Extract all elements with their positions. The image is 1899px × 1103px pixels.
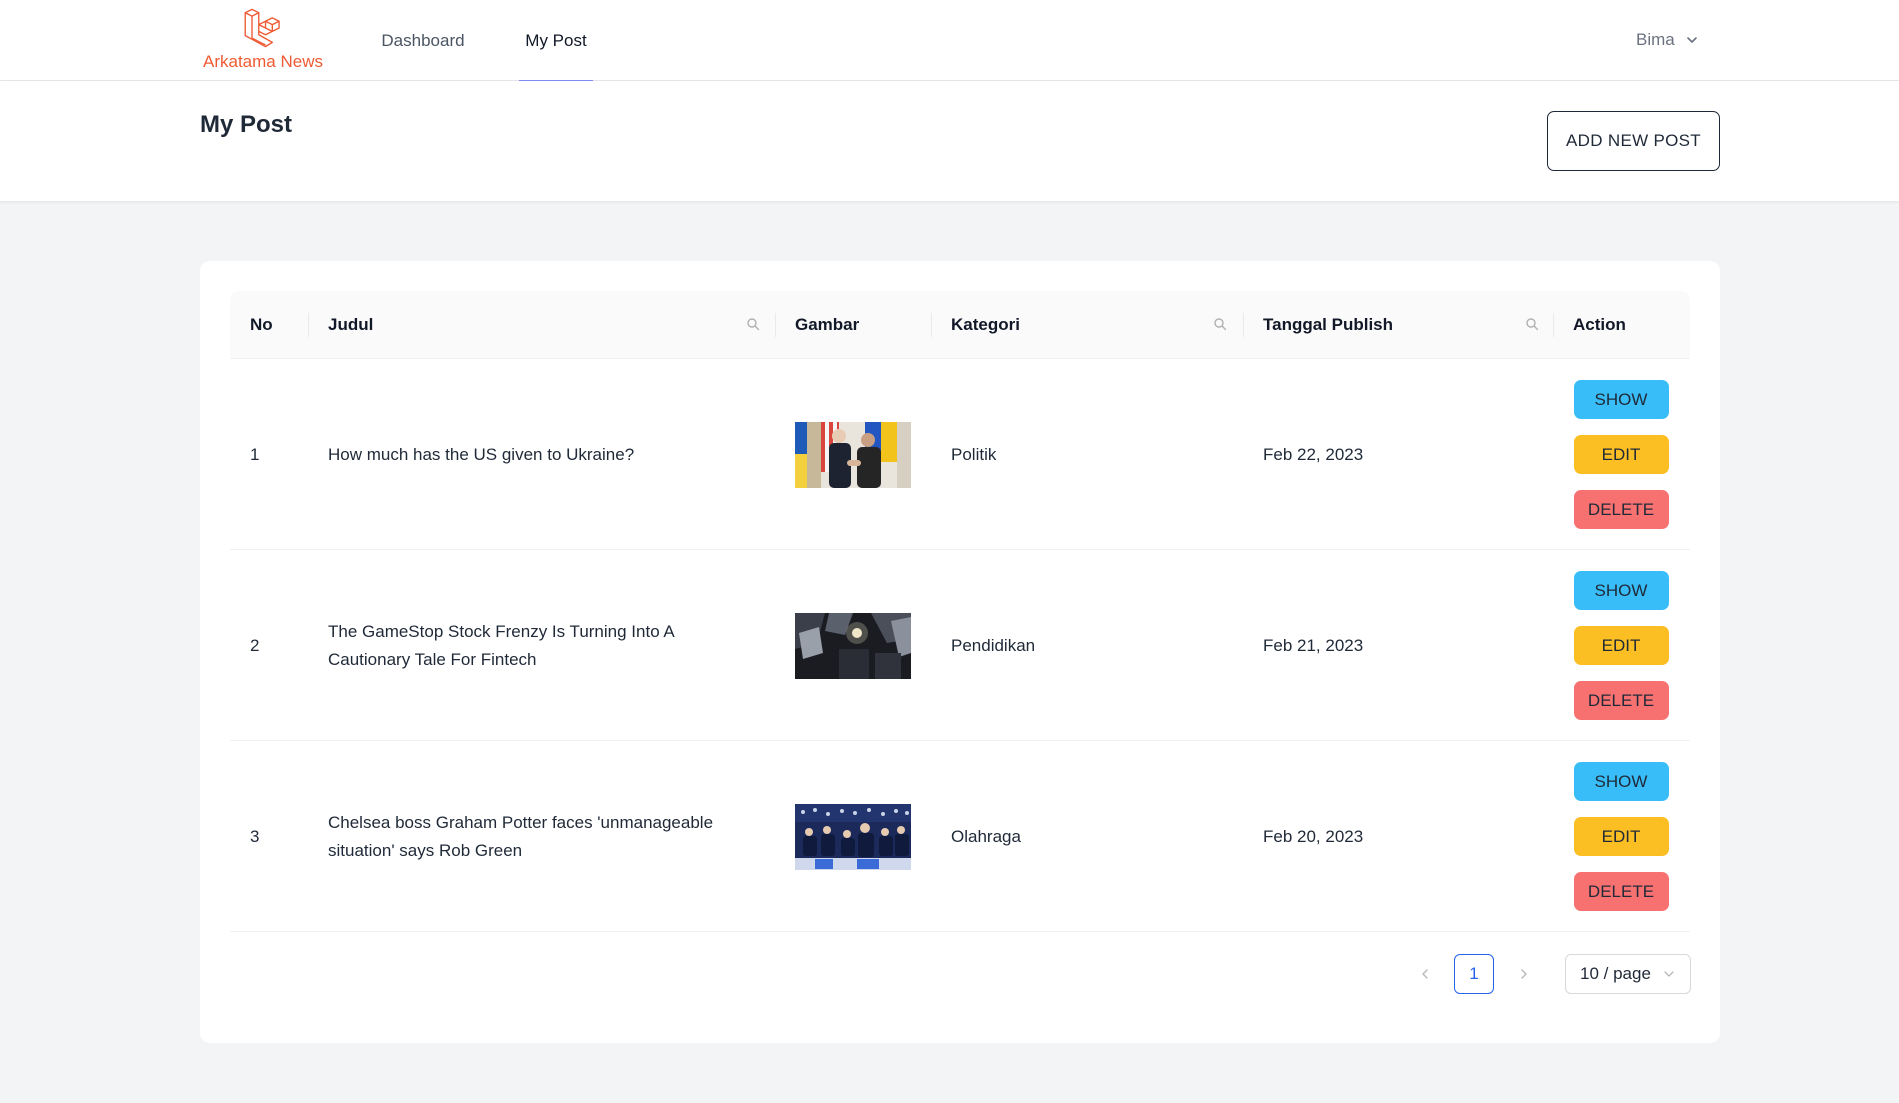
table-row: 1 How much has the US given to Ukraine?	[230, 359, 1690, 550]
chevron-down-icon	[1686, 37, 1697, 43]
column-header-judul: Judul	[328, 315, 374, 334]
page-title: My Post	[200, 111, 293, 138]
post-image	[795, 803, 911, 870]
post-image	[795, 612, 911, 679]
search-icon[interactable]	[746, 317, 760, 331]
page-header: My Post ADD NEW POST	[0, 81, 1899, 201]
row-number: 2	[250, 635, 260, 655]
show-button[interactable]: SHOW	[1573, 380, 1669, 419]
post-title: Chelsea boss Graham Potter faces 'unmana…	[328, 812, 714, 860]
previous-page-button[interactable]	[1413, 962, 1437, 986]
delete-button[interactable]: DELETE	[1573, 490, 1669, 529]
page-button-current[interactable]: 1	[1454, 954, 1494, 994]
posts-card: No Judul Gambar Kategori Tanggal Publish	[200, 261, 1720, 1043]
show-button[interactable]: SHOW	[1573, 762, 1669, 801]
post-title: The GameStop Stock Frenzy Is Turning Int…	[328, 621, 674, 669]
row-number: 3	[250, 826, 260, 846]
search-icon[interactable]	[1213, 317, 1227, 331]
row-actions: SHOW EDIT DELETE	[1573, 550, 1669, 741]
pagination: 1 10 / page	[230, 944, 1691, 1004]
row-number: 1	[250, 444, 260, 464]
page-size-select[interactable]: 10 / page	[1565, 954, 1691, 994]
user-name: Bima	[1636, 30, 1675, 49]
show-button[interactable]: SHOW	[1573, 571, 1669, 610]
search-icon[interactable]	[1525, 317, 1539, 331]
post-thumbnail	[795, 741, 911, 932]
post-date: Feb 22, 2023	[1263, 444, 1364, 464]
page-size-value: 10 / page	[1580, 964, 1651, 983]
column-header-no: No	[250, 315, 273, 334]
column-header-tanggal-publish: Tanggal Publish	[1263, 315, 1394, 334]
column-divider	[308, 313, 309, 337]
nav-my-post[interactable]: My Post	[519, 0, 593, 82]
post-category: Olahraga	[951, 826, 1021, 846]
column-header-action: Action	[1573, 315, 1626, 334]
next-page-button[interactable]	[1512, 962, 1536, 986]
post-category: Pendidikan	[951, 635, 1036, 655]
column-divider	[1553, 313, 1554, 337]
delete-button[interactable]: DELETE	[1573, 872, 1669, 911]
navbar: Arkatama News Dashboard My Post Bima	[0, 0, 1899, 82]
edit-button[interactable]: EDIT	[1573, 435, 1669, 474]
table-header: No Judul Gambar Kategori Tanggal Publish	[230, 291, 1690, 359]
row-actions: SHOW EDIT DELETE	[1573, 359, 1669, 550]
column-divider	[931, 313, 932, 337]
post-image	[795, 421, 911, 488]
column-header-gambar: Gambar	[795, 315, 860, 334]
row-actions: SHOW EDIT DELETE	[1573, 741, 1669, 932]
post-title: How much has the US given to Ukraine?	[328, 444, 635, 464]
laravel-logo-icon	[244, 8, 280, 48]
add-new-post-button[interactable]: ADD NEW POST	[1547, 111, 1720, 171]
post-thumbnail	[795, 359, 911, 550]
user-menu[interactable]: Bima	[1636, 26, 1699, 54]
pagination-area: 1 10 / page	[230, 932, 1691, 1016]
delete-button[interactable]: DELETE	[1573, 681, 1669, 720]
nav-dashboard[interactable]: Dashboard	[380, 0, 466, 81]
chevron-left-icon	[1422, 969, 1428, 979]
post-date: Feb 20, 2023	[1263, 826, 1364, 846]
edit-button[interactable]: EDIT	[1573, 626, 1669, 665]
brand-name: Arkatama News	[203, 52, 323, 71]
table-row: 2 The GameStop Stock Frenzy Is Turning I…	[230, 550, 1690, 741]
column-divider	[775, 313, 776, 337]
posts-table: No Judul Gambar Kategori Tanggal Publish	[230, 291, 1691, 1016]
post-category: Politik	[951, 444, 997, 464]
chevron-right-icon	[1521, 969, 1527, 979]
brand-logo-link[interactable]: Arkatama News	[200, 6, 326, 76]
edit-button[interactable]: EDIT	[1573, 817, 1669, 856]
post-thumbnail	[795, 550, 911, 741]
post-date: Feb 21, 2023	[1263, 635, 1364, 655]
table-row: 3 Chelsea boss Graham Potter faces 'unma…	[230, 741, 1690, 932]
chevron-down-icon	[1664, 971, 1674, 977]
column-header-kategori: Kategori	[951, 315, 1020, 334]
column-divider	[1243, 313, 1244, 337]
